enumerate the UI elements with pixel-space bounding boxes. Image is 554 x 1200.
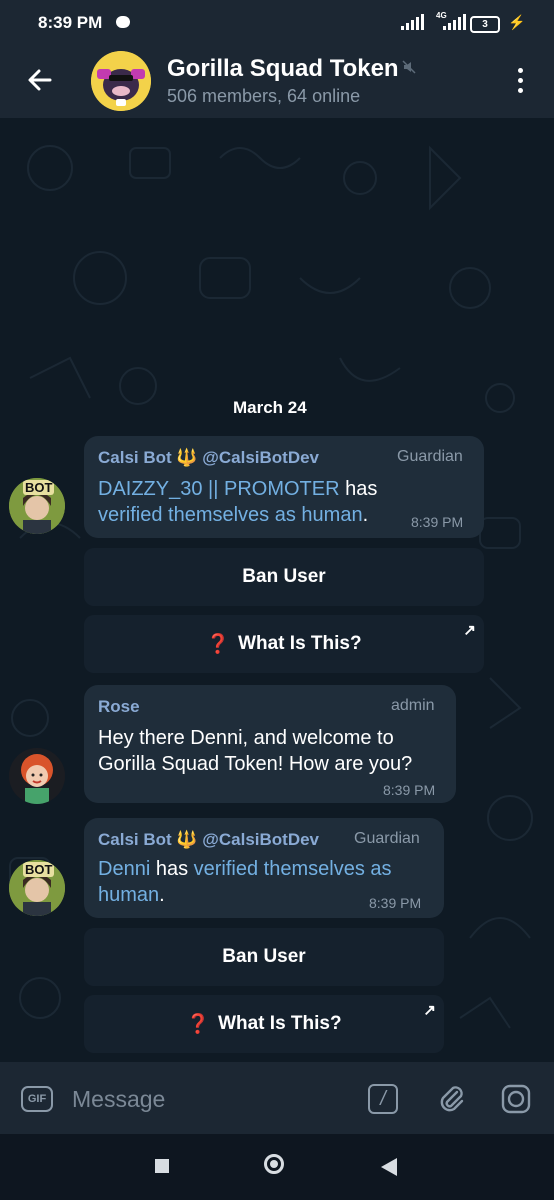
message-role-tag: admin	[391, 697, 435, 714]
message-role-tag: Guardian	[397, 448, 463, 465]
message-sender[interactable]: Rose	[98, 697, 140, 717]
verified-link-cont[interactable]: human	[98, 884, 159, 906]
status-time: 8:39 PM	[38, 13, 103, 32]
verified-link[interactable]: verified themselves as human	[98, 504, 363, 526]
what-is-this-button[interactable]: ❓ What Is This? ↗	[84, 615, 484, 673]
external-link-icon: ↗	[463, 622, 476, 639]
bot-label: BOT	[23, 862, 55, 877]
question-icon: ❓	[206, 634, 231, 655]
chat-notification-icon	[116, 16, 130, 28]
message-bubble[interactable]: Calsi Bot 🔱 @CalsiBotDev Guardian DAIZZY…	[84, 436, 484, 538]
attach-icon[interactable]	[436, 1083, 468, 1115]
gif-icon[interactable]: GIF	[21, 1086, 53, 1112]
system-nav-bar	[0, 1134, 554, 1200]
charging-icon: ⚡	[508, 14, 526, 30]
nav-back-icon[interactable]	[381, 1158, 397, 1176]
message-input[interactable]	[72, 1084, 352, 1114]
rose-avatar[interactable]	[9, 748, 65, 804]
message-bubble[interactable]: Rose admin Hey there Denni, and welcome …	[84, 685, 456, 803]
calsi-bot-avatar[interactable]: BOT	[9, 478, 65, 534]
external-link-icon: ↗	[423, 1002, 436, 1019]
user-mention-link[interactable]: DAIZZY_30 || PROMOTER	[98, 478, 340, 500]
message-role-tag: Guardian	[354, 830, 420, 847]
ban-user-button[interactable]: Ban User	[84, 928, 444, 986]
chat-area[interactable]: March 24 BOT Calsi Bot 🔱 @CalsiBotDev Gu…	[0, 118, 554, 1062]
message-sender[interactable]: Calsi Bot 🔱 @CalsiBotDev	[98, 448, 319, 468]
group-title[interactable]: Gorilla Squad Token	[167, 55, 399, 83]
message-sender[interactable]: Calsi Bot 🔱 @CalsiBotDev	[98, 830, 319, 850]
ban-user-button[interactable]: Ban User	[84, 548, 484, 606]
more-vertical-icon[interactable]	[512, 68, 528, 96]
status-bar: 8:39 PM 4G 3 ⚡	[0, 0, 554, 46]
mute-icon	[402, 60, 416, 74]
battery-icon: 3	[470, 16, 500, 33]
bot-label: BOT	[23, 480, 55, 495]
message-bubble[interactable]: Calsi Bot 🔱 @CalsiBotDev Guardian Denni …	[84, 818, 444, 918]
message-text: Hey there Denni, and welcome to Gorilla …	[98, 727, 413, 775]
message-text: DAIZZY_30 || PROMOTER has verified thems…	[98, 478, 378, 526]
verified-link[interactable]: verified themselves as	[194, 858, 392, 880]
message-time: 8:39 PM	[369, 895, 422, 911]
chat-header: Gorilla Squad Token 506 members, 64 onli…	[0, 46, 554, 118]
camera-icon[interactable]	[500, 1083, 532, 1115]
message-time: 8:39 PM	[383, 782, 436, 798]
date-separator: March 24	[233, 398, 307, 417]
group-avatar[interactable]	[91, 51, 151, 111]
question-icon: ❓	[186, 1014, 211, 1035]
signal-icon	[401, 14, 424, 30]
slash-command-icon[interactable]: /	[368, 1084, 398, 1114]
user-mention-link[interactable]: Denni	[98, 858, 150, 880]
message-input-bar: GIF /	[0, 1062, 554, 1134]
signal-icon-2	[443, 14, 466, 30]
group-subtitle: 506 members, 64 online	[167, 86, 361, 106]
what-is-this-button[interactable]: ❓ What Is This? ↗	[84, 995, 444, 1053]
back-arrow-icon[interactable]	[24, 64, 56, 96]
nav-square-icon[interactable]	[155, 1159, 169, 1173]
message-time: 8:39 PM	[411, 514, 464, 530]
calsi-bot-avatar[interactable]: BOT	[9, 860, 65, 916]
nav-home-icon[interactable]	[264, 1154, 284, 1174]
